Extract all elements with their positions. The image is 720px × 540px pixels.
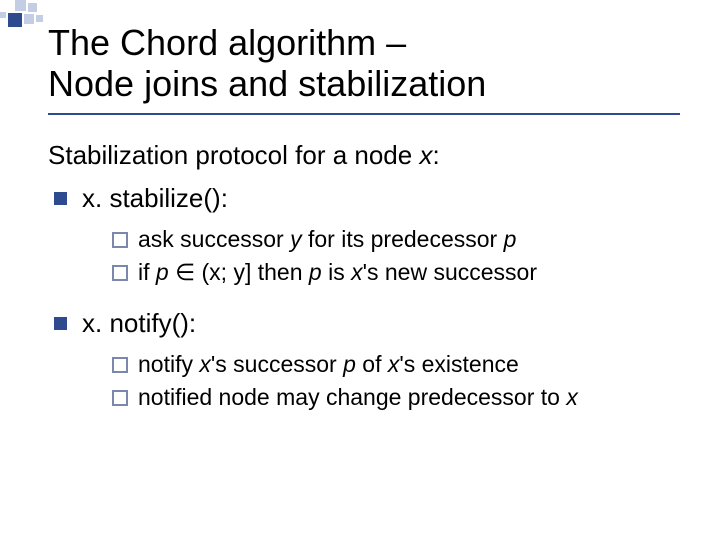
stabilize-sublist: ask successor y for its predecessor p if… bbox=[112, 224, 680, 288]
bullet-notify-label: x. notify(): bbox=[82, 308, 196, 338]
slide-content: The Chord algorithm – Node joins and sta… bbox=[0, 0, 720, 413]
notify-item-0: notify x's successor p of x's existence bbox=[112, 349, 680, 380]
bullet-stabilize: x. stabilize(): ask successor y for its … bbox=[54, 181, 680, 288]
title-line-1: The Chord algorithm – bbox=[48, 22, 406, 63]
slide-title: The Chord algorithm – Node joins and sta… bbox=[48, 22, 680, 115]
bullet-notify: x. notify(): notify x's successor p of x… bbox=[54, 306, 680, 413]
bullet-list: x. stabilize(): ask successor y for its … bbox=[54, 181, 680, 413]
notify-item-1: notified node may change predecessor to … bbox=[112, 382, 680, 413]
title-line-2: Node joins and stabilization bbox=[48, 63, 486, 104]
corner-decoration bbox=[0, 0, 52, 32]
stab-item-0: ask successor y for its predecessor p bbox=[112, 224, 680, 255]
stab-item-1: if p ∈ (x; y] then p is x's new successo… bbox=[112, 257, 680, 288]
bullet-stabilize-label: x. stabilize(): bbox=[82, 183, 228, 213]
lead-text: Stabilization protocol for a node x: bbox=[48, 139, 680, 173]
notify-sublist: notify x's successor p of x's existence … bbox=[112, 349, 680, 413]
